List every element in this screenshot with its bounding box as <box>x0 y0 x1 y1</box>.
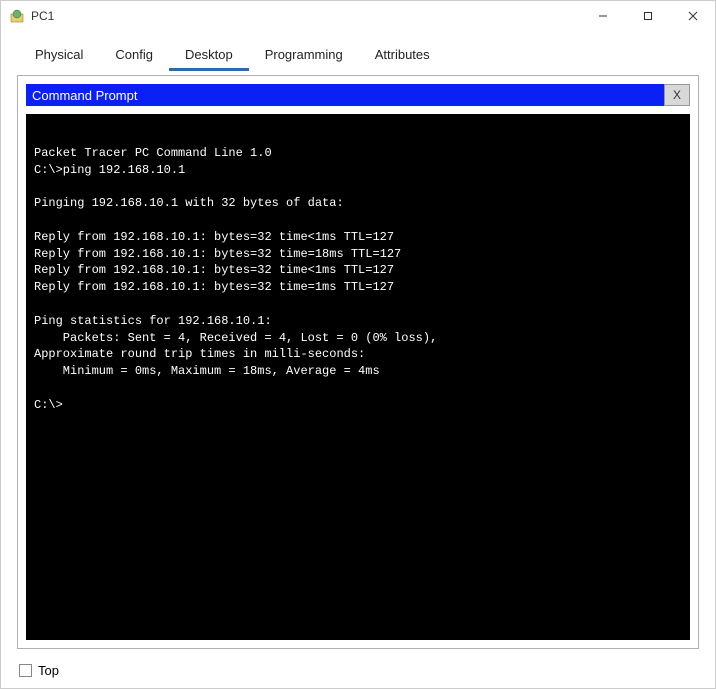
tab-physical[interactable]: Physical <box>19 41 99 71</box>
terminal-line: Minimum = 0ms, Maximum = 18ms, Average =… <box>34 363 682 380</box>
terminal-line: Pinging 192.168.10.1 with 32 bytes of da… <box>34 195 682 212</box>
terminal[interactable]: Packet Tracer PC Command Line 1.0C:\>pin… <box>26 114 690 640</box>
titlebar: PC1 <box>1 1 715 31</box>
top-checkbox[interactable] <box>19 664 32 677</box>
footer: Top <box>1 657 715 688</box>
terminal-line: Packet Tracer PC Command Line 1.0 <box>34 145 682 162</box>
close-button[interactable] <box>670 1 715 31</box>
minimize-button[interactable] <box>580 1 625 31</box>
terminal-line: Reply from 192.168.10.1: bytes=32 time<1… <box>34 229 682 246</box>
tab-attributes[interactable]: Attributes <box>359 41 446 71</box>
terminal-line: C:\> <box>34 397 682 414</box>
terminal-line: Reply from 192.168.10.1: bytes=32 time=1… <box>34 246 682 263</box>
tabbar: Physical Config Desktop Programming Attr… <box>1 31 715 71</box>
tab-config[interactable]: Config <box>99 41 169 71</box>
terminal-line: Reply from 192.168.10.1: bytes=32 time=1… <box>34 279 682 296</box>
content-frame: Command Prompt X Packet Tracer PC Comman… <box>17 75 699 649</box>
maximize-button[interactable] <box>625 1 670 31</box>
terminal-line <box>34 178 682 195</box>
tab-programming[interactable]: Programming <box>249 41 359 71</box>
terminal-line <box>34 296 682 313</box>
app-icon <box>9 8 25 24</box>
terminal-line: Packets: Sent = 4, Received = 4, Lost = … <box>34 330 682 347</box>
terminal-line <box>34 128 682 145</box>
terminal-line: Reply from 192.168.10.1: bytes=32 time<1… <box>34 262 682 279</box>
terminal-line <box>34 212 682 229</box>
command-prompt-close-button[interactable]: X <box>664 84 690 106</box>
command-prompt-header: Command Prompt X <box>26 84 690 106</box>
app-window: PC1 Physical Config Desktop Programming … <box>0 0 716 689</box>
tab-desktop[interactable]: Desktop <box>169 41 249 71</box>
window-title: PC1 <box>31 9 580 23</box>
terminal-line: Approximate round trip times in milli-se… <box>34 346 682 363</box>
terminal-line: C:\>ping 192.168.10.1 <box>34 162 682 179</box>
terminal-line: Ping statistics for 192.168.10.1: <box>34 313 682 330</box>
terminal-line <box>34 380 682 397</box>
command-prompt-title: Command Prompt <box>26 84 664 106</box>
top-label: Top <box>38 663 59 678</box>
window-controls <box>580 1 715 31</box>
